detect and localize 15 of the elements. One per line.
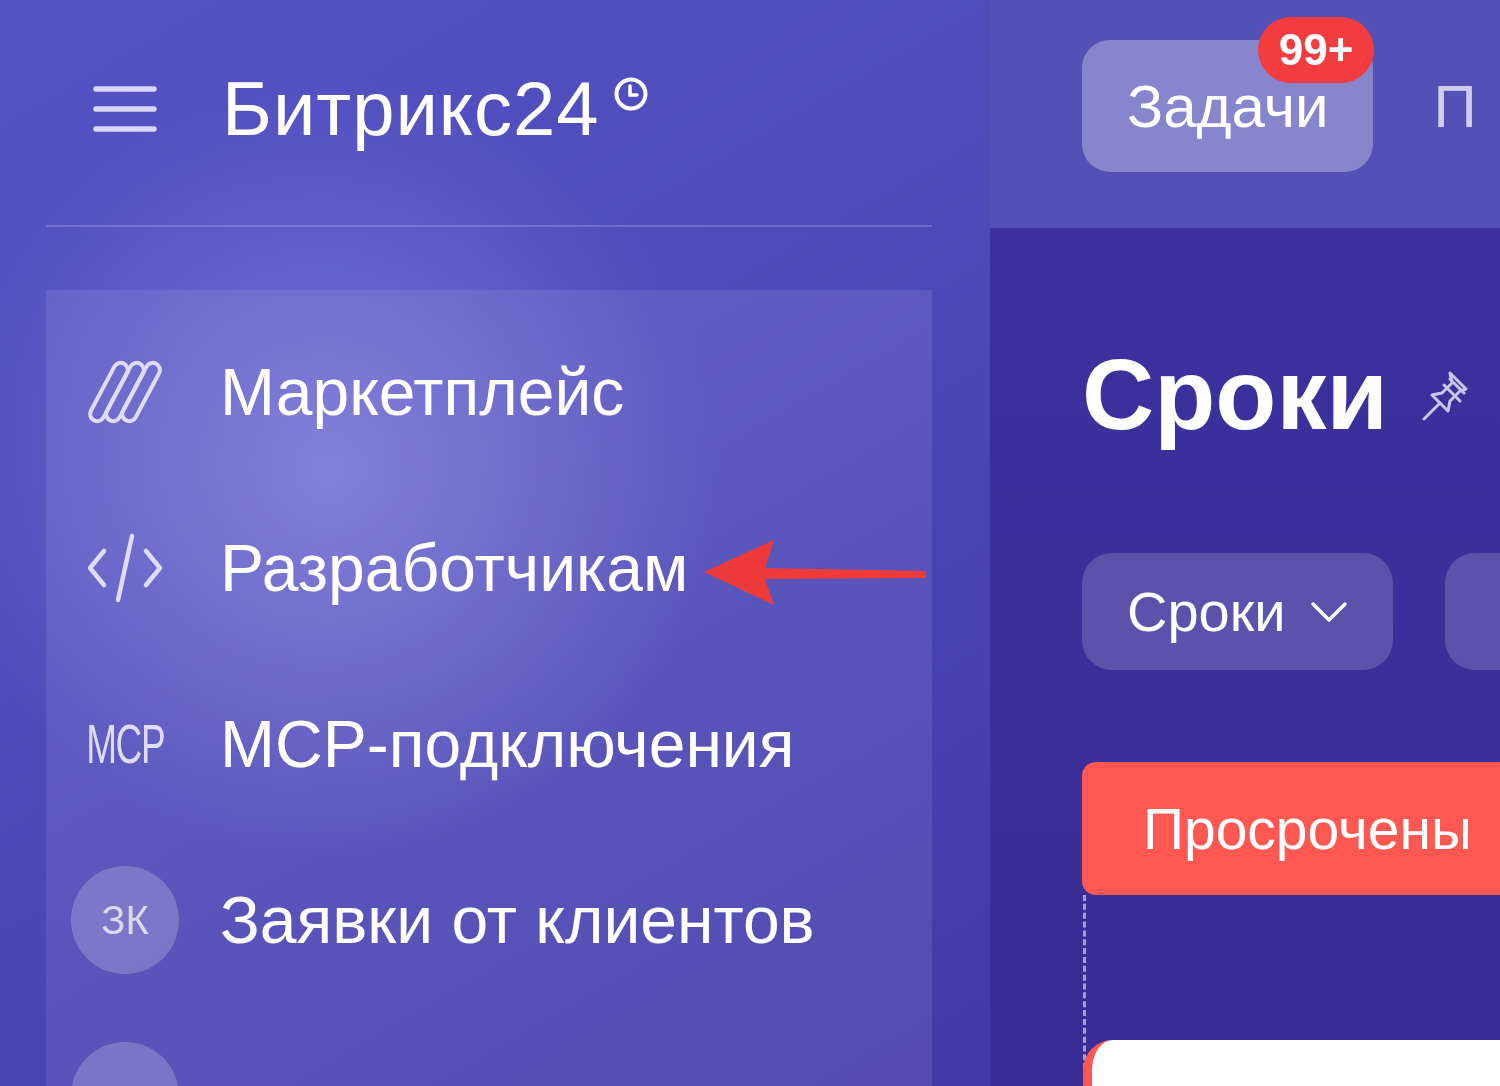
- menu-item[interactable]: Разработчикам: [71, 514, 689, 622]
- tab[interactable]: П: [1388, 40, 1500, 172]
- icon-label: MCP: [85, 716, 165, 772]
- menu-item[interactable]: Маркетплейс: [71, 338, 625, 446]
- menu-item[interactable]: ЗК Заявки от клиентов: [71, 866, 815, 974]
- column-header: Просрочены: [1082, 762, 1500, 895]
- chevron-down-icon: [1309, 600, 1348, 623]
- counter-badge: 99+: [1257, 17, 1375, 83]
- code-icon: [87, 533, 163, 603]
- menu-icon[interactable]: [93, 85, 157, 132]
- page-title: Сроки: [1082, 337, 1388, 452]
- filter-dropdown[interactable]: Сроки: [1082, 553, 1393, 670]
- menu-item[interactable]: MCP MCP-подключения: [71, 690, 795, 798]
- avatar: ЗК: [71, 866, 179, 974]
- clock-icon: [613, 76, 648, 111]
